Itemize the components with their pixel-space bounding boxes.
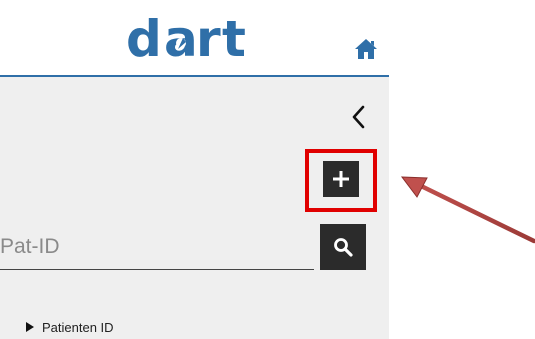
svg-text:t: t [222, 12, 246, 68]
tree-item-patienten-id[interactable]: Patienten ID [26, 317, 114, 337]
search-icon [334, 238, 353, 257]
app-header: d a r t [0, 0, 389, 77]
screenshot-stage: d a r t [0, 0, 535, 339]
svg-text:r: r [196, 12, 221, 68]
search-row [0, 222, 389, 272]
svg-text:d: d [126, 12, 162, 68]
home-icon[interactable] [354, 37, 378, 61]
tree-item-label: Patienten ID [42, 319, 114, 335]
dart-logo[interactable]: d a r t [126, 12, 258, 68]
search-button[interactable] [320, 224, 366, 270]
pat-id-search-input[interactable] [0, 224, 314, 270]
chevron-left-icon[interactable] [350, 105, 366, 129]
add-patient-button[interactable] [323, 161, 359, 197]
add-button-highlight [305, 149, 377, 212]
caret-right-icon [26, 322, 34, 332]
app-panel: d a r t [0, 0, 389, 339]
plus-icon [333, 171, 349, 187]
